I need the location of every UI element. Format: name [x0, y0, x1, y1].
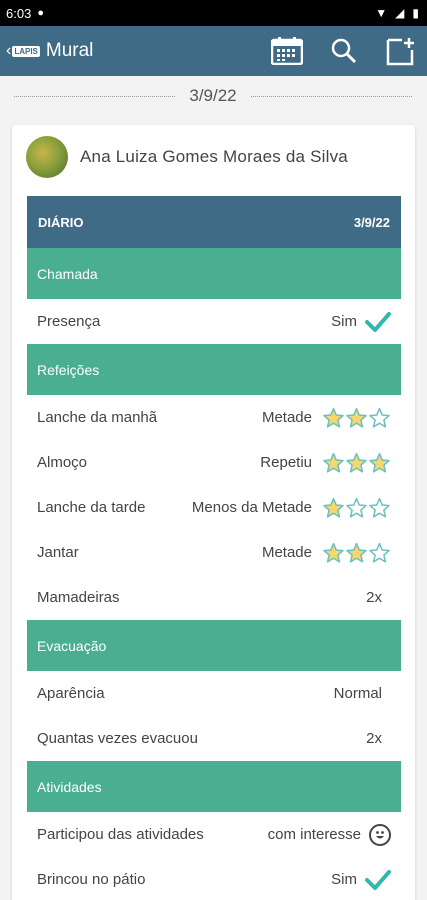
row-brincou: Brincou no pátio Sim — [27, 857, 401, 900]
student-header[interactable]: Ana Luiza Gomes Moraes da Silva — [12, 127, 415, 187]
check-icon — [365, 869, 391, 890]
row-jantar: Jantar Metade — [27, 530, 401, 575]
star-rating — [322, 497, 391, 519]
new-post-icon[interactable] — [385, 36, 415, 66]
row-label: Mamadeiras — [37, 589, 120, 606]
back-arrow-icon: ‹ — [6, 42, 12, 59]
row-value: Sim — [331, 871, 357, 888]
diary-header-label: DIÁRIO — [38, 214, 84, 230]
row-value: Sim — [331, 313, 357, 330]
star-rating — [322, 452, 391, 474]
star-empty-icon — [346, 497, 367, 518]
section-atividades: Atividades — [27, 761, 401, 812]
feed-date: 3/9/22 — [189, 86, 237, 105]
status-time: 6:03 — [6, 5, 32, 21]
section-evacuacao: Evacuação — [27, 620, 401, 671]
row-label: Presença — [37, 313, 101, 330]
app-bar-actions — [271, 36, 427, 66]
star-rating — [322, 542, 391, 564]
row-aparencia: Aparência Normal — [27, 671, 401, 716]
row-label: Brincou no pátio — [37, 871, 146, 888]
signal-icon: ◢ — [395, 6, 405, 20]
status-icons: ▼ ◢ ▮ — [375, 6, 419, 20]
star-empty-icon — [369, 407, 390, 428]
star-filled-icon — [323, 407, 344, 428]
row-label: Aparência — [37, 685, 105, 702]
section-chamada: Chamada — [27, 248, 401, 299]
section-refeicoes: Refeições — [27, 344, 401, 395]
row-participou: Participou das atividades com interesse — [27, 812, 401, 857]
star-empty-icon — [369, 542, 390, 563]
star-filled-icon — [346, 407, 367, 428]
app-logo: LAPIS — [12, 45, 40, 57]
star-filled-icon — [323, 452, 344, 473]
row-value: Repetiu — [260, 454, 312, 471]
status-bar: 6:03 ● ▼ ◢ ▮ — [0, 0, 427, 26]
divider — [250, 95, 413, 97]
app-bar: ‹ LAPIS Mural — [0, 26, 427, 76]
diary-table: DIÁRIO 3/9/22 Chamada Presença Sim Refei… — [27, 196, 401, 900]
notification-icon: ● — [37, 7, 44, 19]
star-rating — [322, 407, 391, 429]
row-value: com interesse — [267, 826, 361, 843]
student-name: Ana Luiza Gomes Moraes da Silva — [80, 147, 348, 166]
row-value: Menos da Metade — [191, 499, 312, 516]
row-label: Participou das atividades — [37, 826, 204, 843]
row-label: Lanche da tarde — [37, 499, 146, 516]
row-label: Jantar — [37, 544, 79, 561]
row-lanche-tarde: Lanche da tarde Menos da Metade — [27, 485, 401, 530]
check-icon — [365, 311, 391, 332]
row-label: Almoço — [37, 454, 88, 471]
calendar-icon[interactable] — [271, 37, 303, 65]
row-value: Normal — [333, 685, 382, 702]
row-value: 2x — [366, 730, 382, 747]
row-value: 2x — [366, 589, 382, 606]
row-label: Lanche da manhã — [37, 409, 158, 426]
row-presenca: Presença Sim — [27, 299, 401, 344]
wifi-icon: ▼ — [375, 6, 388, 20]
row-lanche-manha: Lanche da manhã Metade — [27, 395, 401, 440]
star-empty-icon — [369, 497, 390, 518]
star-filled-icon — [346, 542, 367, 563]
back-button[interactable]: ‹ LAPIS — [0, 42, 46, 60]
smiley-icon — [369, 823, 391, 846]
diary-header: DIÁRIO 3/9/22 — [27, 196, 401, 248]
diary-card: Ana Luiza Gomes Moraes da Silva DIÁRIO 3… — [12, 125, 415, 900]
avatar — [26, 136, 68, 178]
feed-date-separator: 3/9/22 — [14, 86, 413, 106]
search-icon[interactable] — [331, 38, 357, 64]
divider — [14, 95, 176, 97]
page-title: Mural — [45, 40, 94, 61]
star-filled-icon — [346, 452, 367, 473]
row-mamadeiras: Mamadeiras 2x — [27, 575, 401, 620]
row-value: Metade — [261, 544, 312, 561]
star-filled-icon — [323, 497, 344, 518]
row-quantas-vezes: Quantas vezes evacuou 2x — [27, 716, 401, 761]
row-label: Quantas vezes evacuou — [37, 730, 198, 747]
star-filled-icon — [323, 542, 344, 563]
star-filled-icon — [369, 452, 390, 473]
battery-icon: ▮ — [412, 6, 419, 20]
diary-header-date: 3/9/22 — [353, 214, 390, 230]
row-value: Metade — [261, 409, 312, 426]
row-almoco: Almoço Repetiu — [27, 440, 401, 485]
